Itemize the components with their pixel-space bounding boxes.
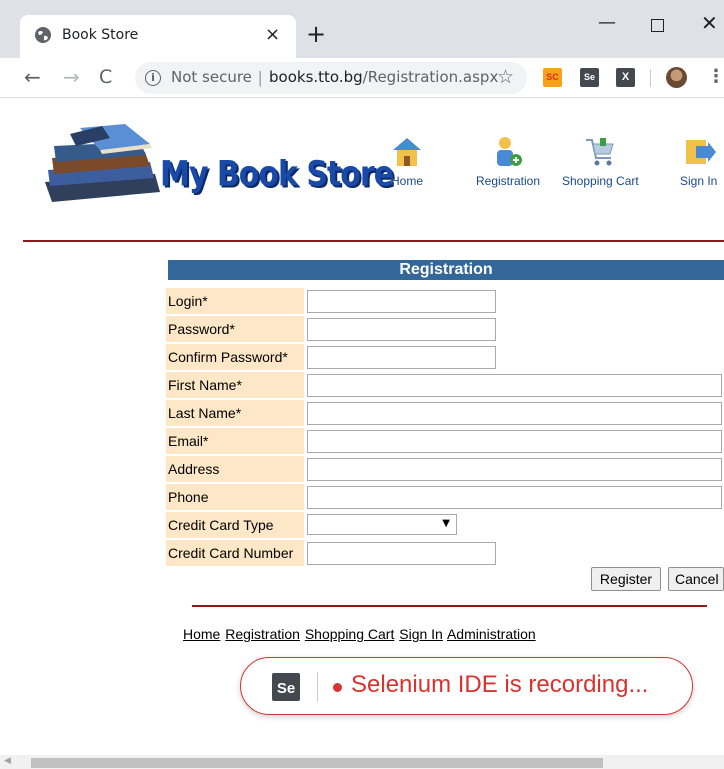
nav-home[interactable]: Home [390, 134, 424, 188]
footer-links: Home Registration Shopping Cart Sign In … [183, 626, 537, 642]
footer-link-shopping-cart[interactable]: Shopping Cart [305, 626, 395, 642]
footer-link-home[interactable]: Home [183, 626, 220, 642]
phone-label: Phone [166, 484, 304, 510]
url-separator: | [258, 68, 263, 87]
browser-toolbar: ← → C i Not secure | books.tto.bg/Regist… [0, 58, 724, 98]
registration-title: Registration [168, 260, 724, 280]
back-button[interactable]: ← [24, 65, 41, 89]
x-extension-icon[interactable]: X [616, 68, 635, 87]
password-input[interactable] [307, 318, 496, 341]
site-info-icon[interactable]: i [145, 70, 161, 86]
email-label: Email* [166, 428, 304, 454]
maximize-window-button[interactable] [651, 19, 664, 32]
close-window-button[interactable]: ✕ [701, 11, 718, 35]
new-tab-button[interactable]: + [306, 22, 326, 46]
credit-card-number-label: Credit Card Number [166, 540, 304, 566]
login-input[interactable] [307, 290, 496, 313]
confirm-password-input[interactable] [307, 346, 496, 369]
last-name-input[interactable] [307, 402, 722, 425]
close-tab-icon[interactable]: × [265, 24, 280, 45]
site-logo-text[interactable]: My Book Store [160, 154, 394, 194]
form-row-credit-card-type: Credit Card Type ▼ [166, 512, 724, 538]
footer-link-administration[interactable]: Administration [447, 626, 536, 642]
url-text[interactable]: books.tto.bg/Registration.aspx [269, 68, 498, 86]
url-host: books.tto.bg [269, 68, 363, 86]
last-name-label: Last Name* [166, 400, 304, 426]
browser-tab[interactable]: Book Store × [20, 15, 296, 58]
toolbar-divider [650, 69, 651, 87]
confirm-password-label: Confirm Password* [166, 344, 304, 370]
sc-extension-icon[interactable]: SC [543, 68, 562, 87]
phone-input[interactable] [307, 486, 722, 509]
selenium-extension-icon[interactable]: Se [580, 68, 599, 87]
first-name-label: First Name* [166, 372, 304, 398]
first-name-input[interactable] [307, 374, 722, 397]
sign-in-icon [685, 140, 716, 164]
url-path: /Registration.aspx [362, 68, 499, 86]
nav-home-label: Home [390, 174, 423, 188]
scrollbar-thumb[interactable] [31, 758, 603, 768]
form-row-last-name: Last Name* [166, 400, 724, 426]
login-label: Login* [166, 288, 304, 314]
form-row-confirm-password: Confirm Password* [166, 344, 724, 370]
selenium-recording-banner: Se Selenium IDE is recording... [240, 657, 693, 715]
registration-icon [497, 137, 523, 166]
credit-card-type-select[interactable]: ▼ [307, 514, 457, 535]
password-label: Password* [166, 316, 304, 342]
form-row-login: Login* [166, 288, 724, 314]
nav-shopping-cart-label: Shopping Cart [562, 174, 639, 188]
form-row-password: Password* [166, 316, 724, 342]
recording-dot-icon [333, 683, 342, 692]
credit-card-type-label: Credit Card Type [166, 512, 304, 538]
security-status[interactable]: Not secure [171, 68, 252, 86]
form-row-email: Email* [166, 428, 724, 454]
profile-avatar[interactable] [666, 67, 687, 88]
browser-tabstrip: Book Store × + — ✕ [0, 0, 724, 58]
horizontal-scrollbar[interactable]: ◀ [0, 755, 724, 769]
footer-divider [192, 605, 707, 607]
chevron-down-icon: ▼ [442, 518, 450, 529]
form-row-credit-card-number: Credit Card Number [166, 540, 724, 566]
email-input[interactable] [307, 430, 722, 453]
banner-divider [317, 672, 318, 702]
register-button[interactable]: Register [591, 567, 661, 591]
minimize-window-button[interactable]: — [598, 12, 616, 33]
forward-button[interactable]: → [63, 65, 80, 89]
globe-icon [35, 27, 51, 43]
bookmark-star-icon[interactable]: ☆ [497, 66, 514, 88]
credit-card-number-input[interactable] [307, 542, 496, 565]
home-icon [393, 138, 421, 166]
browser-menu-icon[interactable]: ⋮ [707, 66, 724, 87]
address-bar[interactable]: i Not secure | books.tto.bg/Registration… [135, 62, 527, 94]
nav-registration-label: Registration [476, 174, 541, 188]
header-divider [23, 240, 724, 242]
tab-title: Book Store [62, 27, 139, 43]
scroll-left-icon[interactable]: ◀ [4, 756, 11, 766]
form-row-first-name: First Name* [166, 372, 724, 398]
cancel-button[interactable]: Cancel [668, 567, 724, 591]
nav-sign-in[interactable]: Sign In [680, 134, 717, 188]
book-stack-logo-icon [45, 124, 160, 202]
shopping-cart-icon [586, 138, 615, 166]
footer-link-sign-in[interactable]: Sign In [399, 626, 443, 642]
form-row-phone: Phone [166, 484, 724, 510]
nav-registration[interactable]: Registration [476, 134, 540, 188]
address-label: Address [166, 456, 304, 482]
address-input[interactable] [307, 458, 722, 481]
selenium-logo-icon: Se [272, 673, 300, 701]
nav-shopping-cart[interactable]: Shopping Cart [562, 134, 639, 188]
reload-button[interactable]: C [99, 66, 112, 88]
nav-sign-in-label: Sign In [680, 174, 718, 188]
recording-message: Selenium IDE is recording... [351, 671, 649, 698]
form-row-address: Address [166, 456, 724, 482]
footer-link-registration[interactable]: Registration [225, 626, 300, 642]
